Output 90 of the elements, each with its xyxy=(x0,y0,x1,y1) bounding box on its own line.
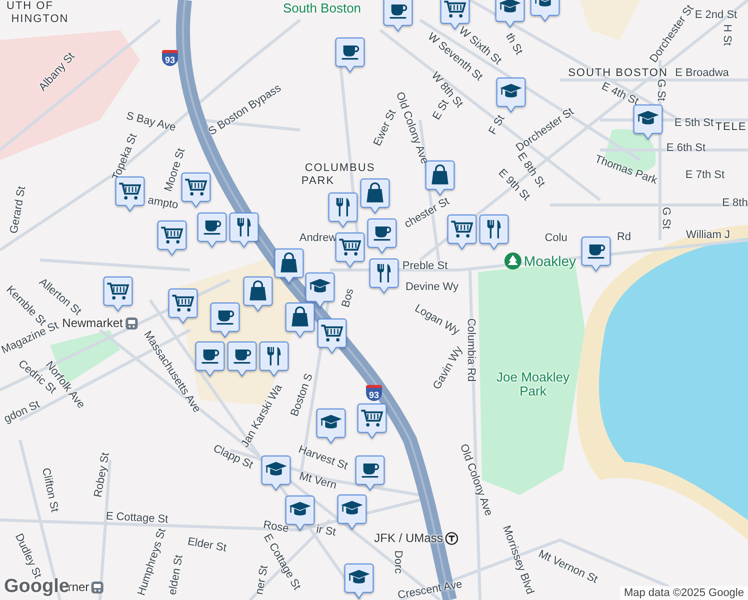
shopping-cart-pin[interactable] xyxy=(317,318,347,355)
fork-knife-pin[interactable] xyxy=(479,214,509,251)
street-label: G St xyxy=(655,79,667,101)
street-label: Colu xyxy=(544,232,568,244)
street-label: Gerard St xyxy=(8,185,28,235)
street-label: F St xyxy=(486,113,508,137)
district-label: PARK xyxy=(301,175,335,187)
street-label: th St xyxy=(503,31,525,57)
graduation-cap-pin[interactable] xyxy=(316,408,346,445)
shopping-cart-pin[interactable] xyxy=(335,232,365,269)
street-label: G St xyxy=(660,207,672,229)
street-label: Boston S xyxy=(288,372,316,418)
street-label: E 5th St xyxy=(674,117,714,129)
street-label: S Bay Ave xyxy=(125,110,177,134)
park-label: Joe Moakley Park xyxy=(496,370,570,400)
district-label: TELE xyxy=(715,121,747,133)
street-label: Bos xyxy=(340,287,356,309)
street-label: Clifton St xyxy=(40,466,60,514)
interstate-shield: 93 xyxy=(366,385,382,401)
park-label: Moakley xyxy=(524,253,576,269)
fork-knife-pin[interactable] xyxy=(259,341,289,378)
street-label: gdon St xyxy=(2,398,42,426)
street-label: Moore St xyxy=(162,146,188,194)
shopping-cart-pin[interactable] xyxy=(157,220,187,257)
train-icon xyxy=(91,580,104,594)
street-label: Old Colony Ave xyxy=(457,442,495,518)
street-label: E 2nd St xyxy=(694,9,738,21)
district-label: HINGTON xyxy=(11,13,69,25)
district-label: UTH OF xyxy=(6,0,54,12)
shopping-bag-pin[interactable] xyxy=(285,302,315,339)
station-label: JFK / UMass xyxy=(374,531,443,545)
shopping-cart-pin[interactable] xyxy=(447,214,477,251)
street-label: Crescent Ave xyxy=(396,578,464,600)
coffee-cup-pin[interactable] xyxy=(355,455,385,492)
street-label: Robey St xyxy=(92,452,112,498)
street-label: William J xyxy=(686,229,730,241)
shopping-area xyxy=(580,0,640,40)
street-label: Devine Wy xyxy=(405,281,459,293)
shopping-cart-pin[interactable] xyxy=(181,172,211,209)
shopping-cart-pin[interactable] xyxy=(357,403,387,440)
street-label: H St xyxy=(721,24,733,46)
street-label: Rd xyxy=(616,231,632,243)
street-label: Andrew xyxy=(299,232,337,244)
coffee-cup-pin[interactable] xyxy=(335,37,365,74)
street-label: E 4th St xyxy=(600,80,640,108)
district-label: COLUMBUS xyxy=(304,162,376,174)
coffee-cup-pin[interactable] xyxy=(197,212,227,249)
graduation-cap-pin[interactable] xyxy=(496,77,526,114)
coffee-cup-pin[interactable] xyxy=(383,0,413,33)
street-label: E 6th St xyxy=(666,142,706,154)
street-label: Ewer St xyxy=(371,108,399,148)
tree-icon xyxy=(504,252,522,270)
map-attribution: Map data ©2025 Google xyxy=(620,586,748,600)
street-label: Elder St xyxy=(186,536,228,554)
graduation-cap-pin[interactable] xyxy=(495,0,525,29)
subway-icon xyxy=(444,532,458,544)
station-label: rner xyxy=(68,580,90,594)
street-label: ir St xyxy=(315,523,337,539)
street-label: Dorc xyxy=(392,550,404,574)
interstate-shield: 93 xyxy=(162,50,178,66)
fork-knife-pin[interactable] xyxy=(369,258,399,295)
street-label: Columbia Rd xyxy=(465,318,477,382)
train-icon xyxy=(124,316,138,330)
park-label: South Boston xyxy=(282,0,362,16)
shopping-bag-pin[interactable] xyxy=(360,178,390,215)
graduation-cap-pin[interactable] xyxy=(261,455,291,492)
street-label: E 8th xyxy=(722,197,748,209)
shopping-cart-pin[interactable] xyxy=(168,288,198,325)
graduation-cap-pin[interactable] xyxy=(344,563,374,600)
station-label: Newmarket xyxy=(62,316,123,330)
street-label: ampto xyxy=(146,194,180,212)
street-label: E St xyxy=(430,98,452,122)
fork-knife-pin[interactable] xyxy=(328,192,358,229)
street-label: E 7th St xyxy=(685,169,725,181)
shopping-cart-pin[interactable] xyxy=(103,276,133,313)
street-label: Mt Vern xyxy=(298,470,338,492)
street-label: Preble St xyxy=(402,260,448,272)
graduation-cap-pin[interactable] xyxy=(633,104,663,141)
street-label: elden St xyxy=(166,554,186,596)
district-label: SOUTH BOSTON xyxy=(568,67,668,79)
street-label: E Cottage St xyxy=(106,510,168,526)
shopping-cart-pin[interactable] xyxy=(115,176,145,213)
fork-knife-pin[interactable] xyxy=(229,212,259,249)
street-label: ner St xyxy=(254,564,270,596)
graduation-cap-pin[interactable] xyxy=(305,272,335,309)
shopping-bag-pin[interactable] xyxy=(425,160,455,197)
coffee-cup-pin[interactable] xyxy=(367,218,397,255)
coffee-cup-pin[interactable] xyxy=(581,236,611,273)
street-label: E Broadwa xyxy=(675,67,729,79)
graduation-cap-pin[interactable] xyxy=(337,494,367,531)
